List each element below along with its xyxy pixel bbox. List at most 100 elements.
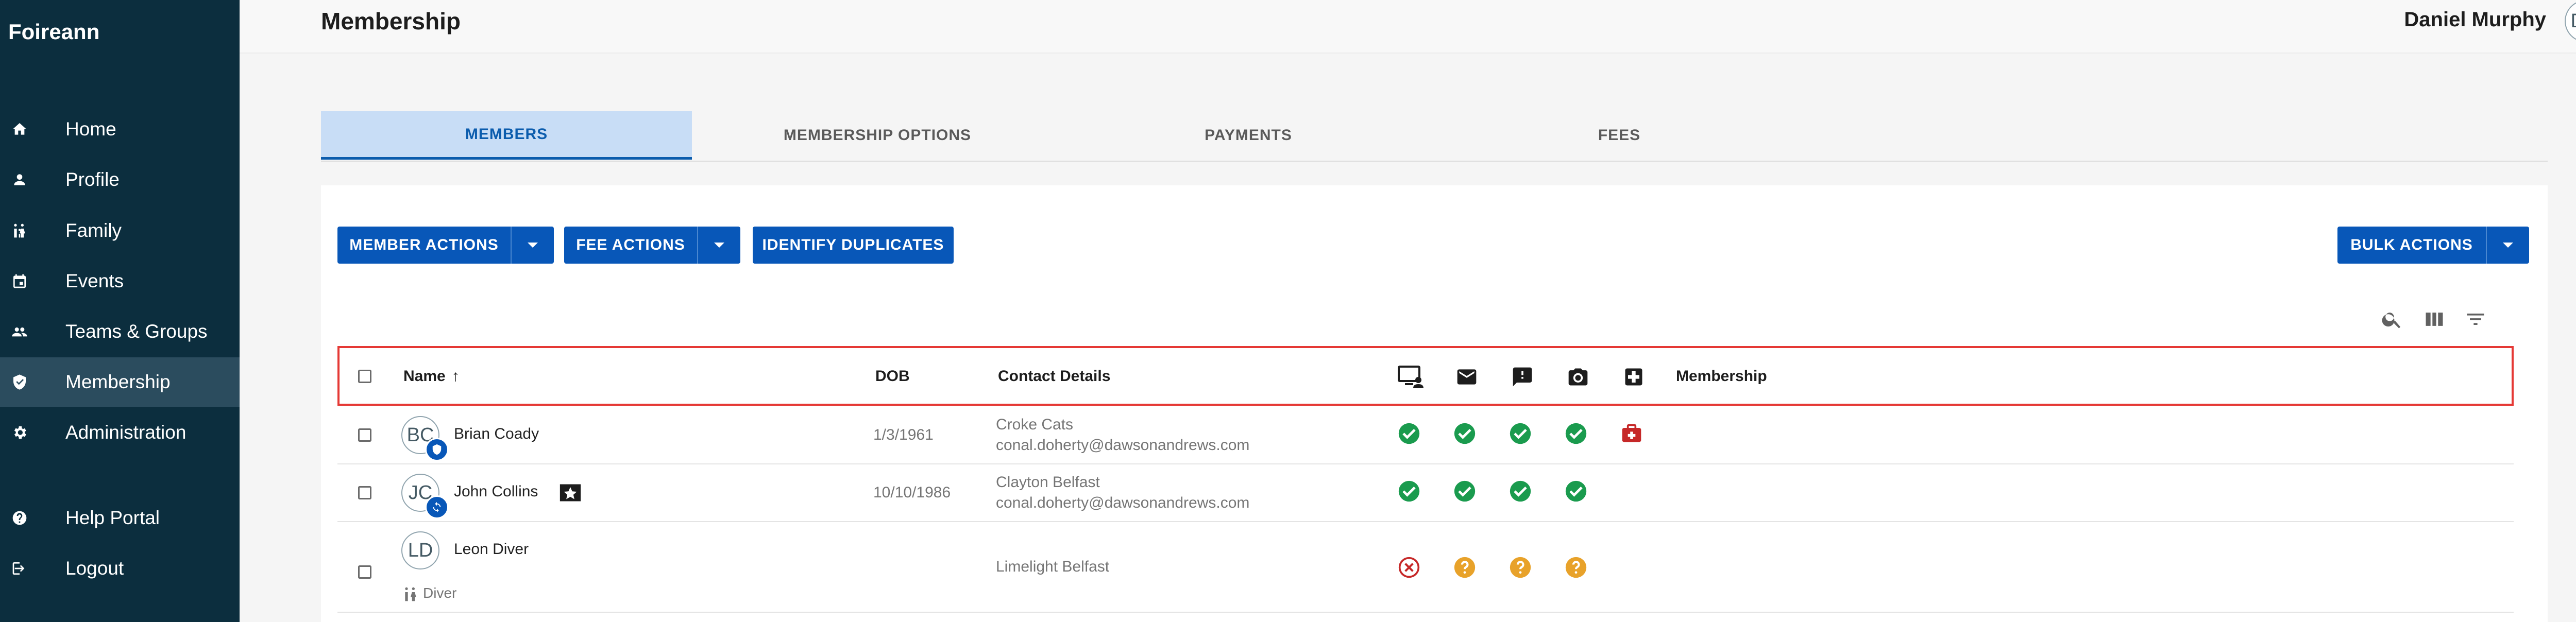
sidebar-item-administration[interactable]: Administration [0,408,240,457]
column-header-contact[interactable]: Contact Details [998,368,1110,385]
row-checkbox[interactable] [358,486,371,499]
member-actions-dropdown[interactable] [511,227,554,264]
tab-fees[interactable]: FEES [1434,111,1805,160]
check-circle-icon [1454,423,1476,444]
sidebar-item-help-portal[interactable]: Help Portal [0,493,240,543]
contact-club: Limelight Belfast [996,558,1110,575]
help-icon [12,511,27,525]
check-circle-icon [1510,480,1531,502]
search-icon[interactable] [2381,308,2403,331]
sidebar-item-label: Profile [65,169,120,190]
sidebar-item-profile[interactable]: Profile [0,155,240,204]
bulk-actions-group: BULK ACTIONS [2337,227,2529,264]
star-card-icon [560,484,581,502]
sidebar-item-label: Administration [65,422,187,443]
check-circle-icon [1565,480,1587,502]
table-row[interactable]: LD Leon Diver Diver Limelight Belfast [337,521,2514,613]
member-dob: 10/10/1986 [873,484,951,501]
member-name[interactable]: John Collins [454,483,538,500]
columns-icon[interactable] [2423,308,2446,331]
sidebar-item-label: Membership [65,371,171,392]
sidebar-item-logout[interactable]: Logout [0,544,240,593]
gear-icon [14,426,26,439]
fee-actions-group: FEE ACTIONS [564,227,740,264]
sidebar-item-family[interactable]: Family [0,206,240,255]
medical-kit-icon [1622,424,1641,442]
calendar-icon [13,274,26,288]
avatar[interactable]: DM [2565,0,2576,42]
home-icon [12,123,27,135]
family-icon [14,223,25,238]
sidebar-item-label: Events [65,270,124,291]
cancel-circle-icon [1398,557,1420,578]
user-name[interactable]: Daniel Murphy [2404,8,2546,31]
app-brand: Foireann [8,20,100,44]
verified-shield-badge-icon [425,438,449,461]
sidebar-item-membership[interactable]: Membership [0,357,240,407]
sync-badge-icon [425,495,449,519]
contact-email: conal.doherty@dawsonandrews.com [996,437,1250,454]
tab-payments[interactable]: PAYMENTS [1063,111,1434,160]
bulk-actions-button[interactable]: BULK ACTIONS [2337,227,2486,264]
sidebar-item-label: Help Portal [65,507,160,528]
email-icon [1457,369,1477,385]
sidebar-item-label: Home [65,118,116,140]
chevron-down-icon [2503,243,2513,248]
member-actions-button[interactable]: MEMBER ACTIONS [337,227,511,264]
contact-email: conal.doherty@dawsonandrews.com [996,494,1250,511]
help-circle-icon [1565,557,1587,578]
fee-actions-button[interactable]: FEE ACTIONS [564,227,697,264]
contact-club: Clayton Belfast [996,474,1100,491]
fee-actions-dropdown[interactable] [697,227,740,264]
sidebar: Foireann Home Profile Family Events Team… [0,0,240,622]
camera-icon [1568,368,1588,386]
column-header-membership[interactable]: Membership [1676,368,1767,385]
sidebar-item-label: Family [65,220,122,241]
check-circle-icon [1398,480,1420,502]
check-circle-icon [1454,480,1476,502]
row-checkbox[interactable] [358,428,371,442]
sidebar-item-teams-groups[interactable]: Teams & Groups [0,307,240,356]
check-circle-icon [1565,423,1587,444]
family-icon [405,587,416,601]
select-all-checkbox[interactable] [358,370,371,383]
column-header-label: Name [403,368,446,385]
tab-membership-options[interactable]: MEMBERSHIP OPTIONS [692,111,1063,160]
members-panel: MEMBER ACTIONS FEE ACTIONS IDENTIFY DUPL… [321,185,2548,622]
page-title: Membership [321,8,461,34]
help-circle-icon [1510,557,1531,578]
sidebar-item-label: Logout [65,558,124,579]
column-header-dob[interactable]: DOB [875,368,910,385]
bulk-actions-dropdown[interactable] [2486,227,2529,264]
contact-club: Croke Cats [996,416,1074,433]
sidebar-item-events[interactable]: Events [0,256,240,306]
tab-members[interactable]: MEMBERS [321,111,692,160]
tab-bar: MEMBERS MEMBERSHIP OPTIONS PAYMENTS FEES [321,111,2548,162]
check-circle-icon [1398,423,1420,444]
member-dob: 1/3/1961 [873,426,934,443]
row-checkbox[interactable] [358,565,371,579]
top-bar: Membership Daniel Murphy DM [240,0,2576,54]
monitor-person-icon [1398,366,1423,388]
logout-icon [12,562,25,575]
table-row[interactable]: BC Brian Coady 1/3/1961 Croke Cats conal… [337,406,2514,464]
member-name[interactable]: Brian Coady [454,425,539,443]
column-header-name[interactable]: Name ↑ [403,368,460,385]
identify-duplicates-button[interactable]: IDENTIFY DUPLICATES [753,227,954,264]
feedback-icon [1513,367,1532,387]
identify-duplicates-group: IDENTIFY DUPLICATES [753,227,954,264]
sort-ascending-icon: ↑ [451,368,460,385]
chevron-down-icon [528,243,538,248]
help-circle-icon [1454,557,1476,578]
shield-icon [13,374,26,390]
table-header: Name ↑ DOB Contact Details Membership [337,346,2514,406]
person-icon [14,174,25,185]
member-name[interactable]: Leon Diver [454,541,529,558]
sidebar-item-home[interactable]: Home [0,105,240,154]
family-name: Diver [423,585,457,601]
avatar: LD [401,531,439,569]
check-circle-icon [1510,423,1531,444]
group-icon [12,327,27,337]
table-row[interactable]: JC John Collins 10/10/1986 Clayton Belfa… [337,463,2514,522]
filter-icon[interactable] [2464,308,2487,331]
